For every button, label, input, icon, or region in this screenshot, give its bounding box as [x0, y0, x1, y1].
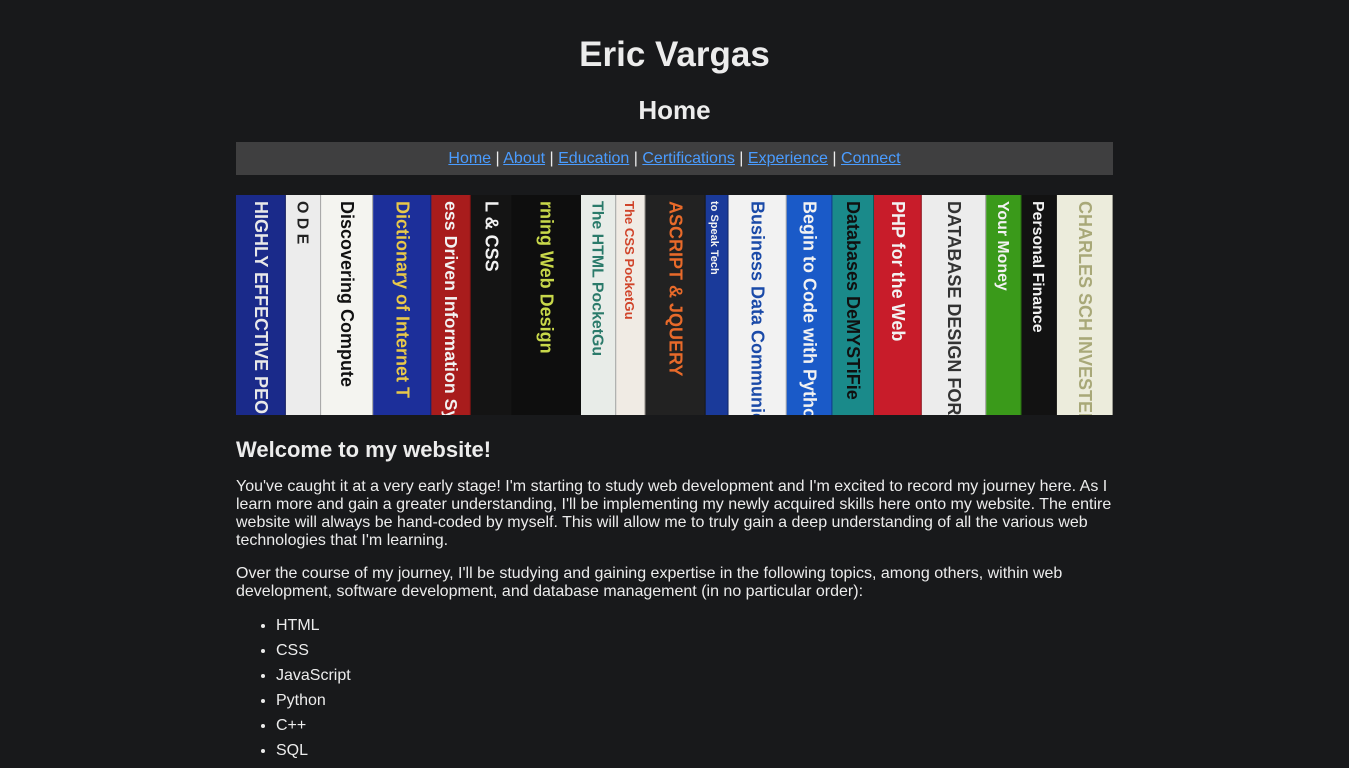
book-spine-title: L & CSS: [482, 201, 502, 272]
nav-separator: |: [495, 150, 500, 167]
list-item: Python: [276, 691, 1113, 716]
book-spine: ASCRIPT & JQUERY: [645, 195, 707, 415]
book-spine-title: Begin to Code with Pytho: [800, 201, 820, 415]
nav-separator: |: [549, 150, 554, 167]
bookshelf-banner-image: HIGHLY EFFECTIVE PEO O D E Discovering Com…: [236, 195, 1113, 415]
book-spine-title: CHARLES SCH INVESTED: [1075, 201, 1095, 415]
book-spine-title: Your Money: [994, 201, 1011, 291]
book-spine-title: Dictionary of Internet T: [392, 201, 412, 398]
book-spine-title: Discovering Compute: [337, 201, 357, 387]
book-spine-title: Personal Finance: [1029, 201, 1046, 333]
book-spine: ess Driven Information Syst: [431, 195, 472, 415]
book-spine-title: The CSS PocketGu: [622, 201, 637, 320]
book-spine: L & CSS: [470, 195, 513, 415]
nav-link-connect[interactable]: Connect: [841, 150, 901, 167]
nav-link-about[interactable]: About: [503, 150, 545, 167]
book-spine: The HTML PocketGu: [580, 195, 617, 415]
book-spine-title: Databases DeMYSTiFie: [843, 201, 863, 400]
list-item: JavaScript: [276, 666, 1113, 691]
book-spine-title: rning Web Design: [537, 201, 557, 354]
book-spine-title: O D E: [294, 201, 311, 244]
book-spine: Business Data Communications & IT Inf: [728, 195, 788, 415]
list-item: CSS: [276, 641, 1113, 666]
intro-paragraph: You've caught it at a very early stage! …: [236, 478, 1112, 549]
nav-link-certifications[interactable]: Certifications: [642, 150, 734, 167]
book-spine-title: HIGHLY EFFECTIVE PEO: [251, 201, 271, 414]
book-spine-title: ASCRIPT & JQUERY: [666, 201, 686, 376]
book-spine: O D E: [285, 195, 322, 415]
topics-intro-paragraph: Over the course of my journey, I'll be s…: [236, 565, 1063, 600]
book-spine: Begin to Code with Pytho: [786, 195, 833, 415]
book-spine: PHP for the Web: [874, 195, 923, 415]
book-spine-title: Business Data Communications & IT Inf: [748, 201, 768, 415]
book-spine: to Speak Tech: [705, 195, 730, 415]
book-spine: DATABASE DESIGN FOR MERE MORTALS: [921, 195, 987, 415]
book-spine: The CSS PocketGu: [616, 195, 646, 415]
welcome-heading: Welcome to my website!: [236, 437, 492, 462]
book-spine-title: The HTML PocketGu: [589, 201, 606, 356]
book-spine-title: ess Driven Information Syst: [441, 201, 461, 415]
book-spine: CHARLES SCH INVESTED: [1056, 195, 1113, 415]
nav-separator: |: [739, 150, 744, 167]
nav-separator: |: [633, 150, 638, 167]
main-nav: Home | About | Education | Certification…: [236, 142, 1113, 175]
list-item: SQL: [276, 741, 1113, 766]
nav-link-education[interactable]: Education: [558, 150, 629, 167]
page-container: Eric Vargas Home Home | About | Educatio…: [236, 0, 1113, 766]
book-spine-title: PHP for the Web: [888, 201, 908, 341]
nav-link-experience[interactable]: Experience: [748, 150, 828, 167]
book-spine: Dictionary of Internet T: [373, 195, 432, 415]
nav-separator: |: [832, 150, 837, 167]
book-spine-title: DATABASE DESIGN FOR MERE MORTALS: [944, 201, 964, 415]
topics-list: HTML CSS JavaScript Python C++ SQL: [236, 616, 1113, 766]
book-spine: Personal Finance: [1021, 195, 1058, 415]
list-item: C++: [276, 716, 1113, 741]
page-heading: Home: [638, 95, 711, 125]
list-item: HTML: [276, 616, 1113, 641]
book-spine: Discovering Compute: [321, 195, 374, 415]
site-title: Eric Vargas: [579, 35, 770, 74]
book-spine: Databases DeMYSTiFie: [832, 195, 875, 415]
book-spine: rning Web Design: [512, 195, 582, 415]
nav-link-home[interactable]: Home: [448, 150, 491, 167]
book-spine: Your Money: [986, 195, 1023, 415]
book-spine: HIGHLY EFFECTIVE PEO: [236, 195, 287, 415]
book-spine-title: to Speak Tech: [708, 201, 720, 275]
